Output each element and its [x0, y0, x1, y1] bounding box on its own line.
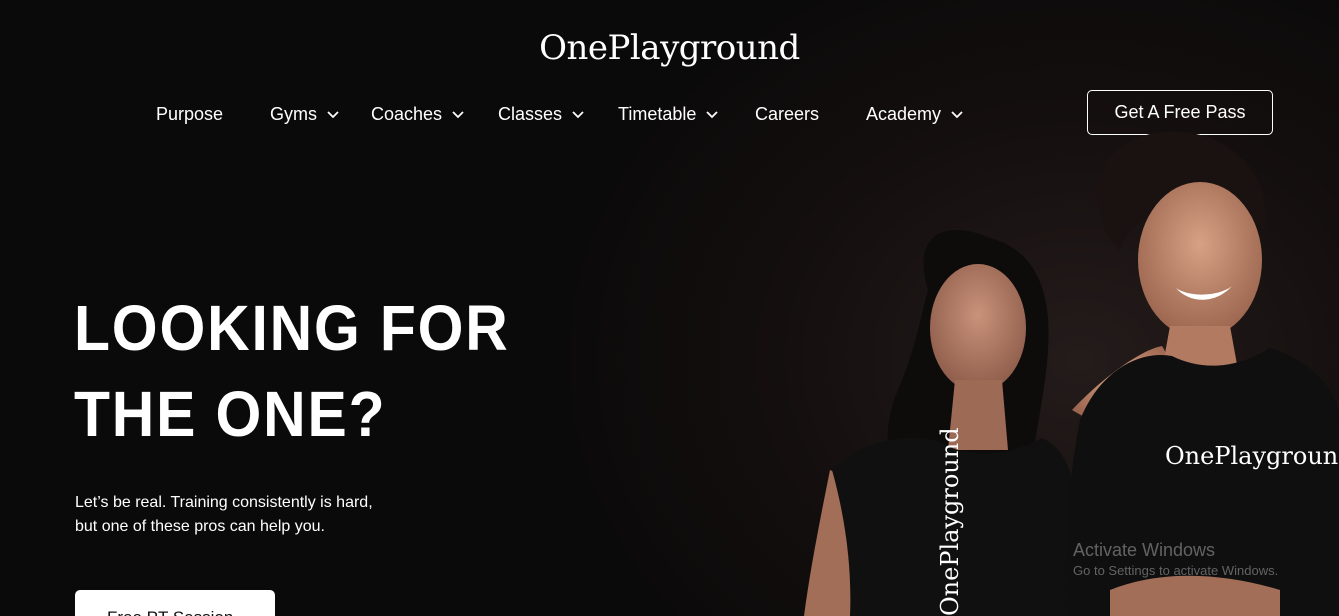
nav-item-label: Timetable [618, 104, 697, 124]
activate-windows-watermark: Activate Windows Go to Settings to activ… [1073, 540, 1278, 578]
man-face [1138, 182, 1262, 338]
watermark-title: Activate Windows [1073, 540, 1216, 560]
nav-item-label: Purpose [156, 104, 224, 124]
free-pt-session-button[interactable]: Free PT Session [75, 590, 275, 616]
watermark-subtitle: Go to Settings to activate Windows. [1073, 563, 1279, 578]
woman-face [930, 264, 1026, 392]
nav-item-label: Coaches [371, 104, 443, 124]
chevron-down-icon [452, 111, 464, 119]
chevron-down-icon [706, 111, 719, 119]
woman-shirt-logo: OnePlayground [936, 427, 964, 616]
headline-line: LOOKING FOR [74, 292, 510, 364]
nav-item-label: Gyms [270, 104, 317, 124]
headline-line: THE ONE? [74, 378, 387, 450]
hero-subtext: Let’s be real. Training consistently is … [75, 491, 435, 539]
hero-headline: LOOKING FOR THE ONE? [74, 285, 552, 457]
man-shirt-logo: OnePlayground [1165, 442, 1339, 470]
chevron-down-icon [572, 111, 584, 119]
chevron-down-icon [327, 111, 339, 119]
nav-item-label: Classes [498, 104, 563, 124]
nav-item-gyms[interactable]: Gyms [270, 96, 341, 132]
nav-item-classes[interactable]: Classes [498, 96, 586, 132]
nav-item-timetable[interactable]: Timetable [618, 96, 720, 132]
subtext-line: but one of these pros can help you. [75, 518, 325, 535]
nav-item-purpose[interactable]: Purpose [156, 96, 223, 132]
site-logo[interactable]: OnePlayground [0, 28, 1339, 68]
subtext-line: Let’s be real. Training consistently is … [75, 494, 373, 511]
nav-item-coaches[interactable]: Coaches [371, 96, 466, 132]
